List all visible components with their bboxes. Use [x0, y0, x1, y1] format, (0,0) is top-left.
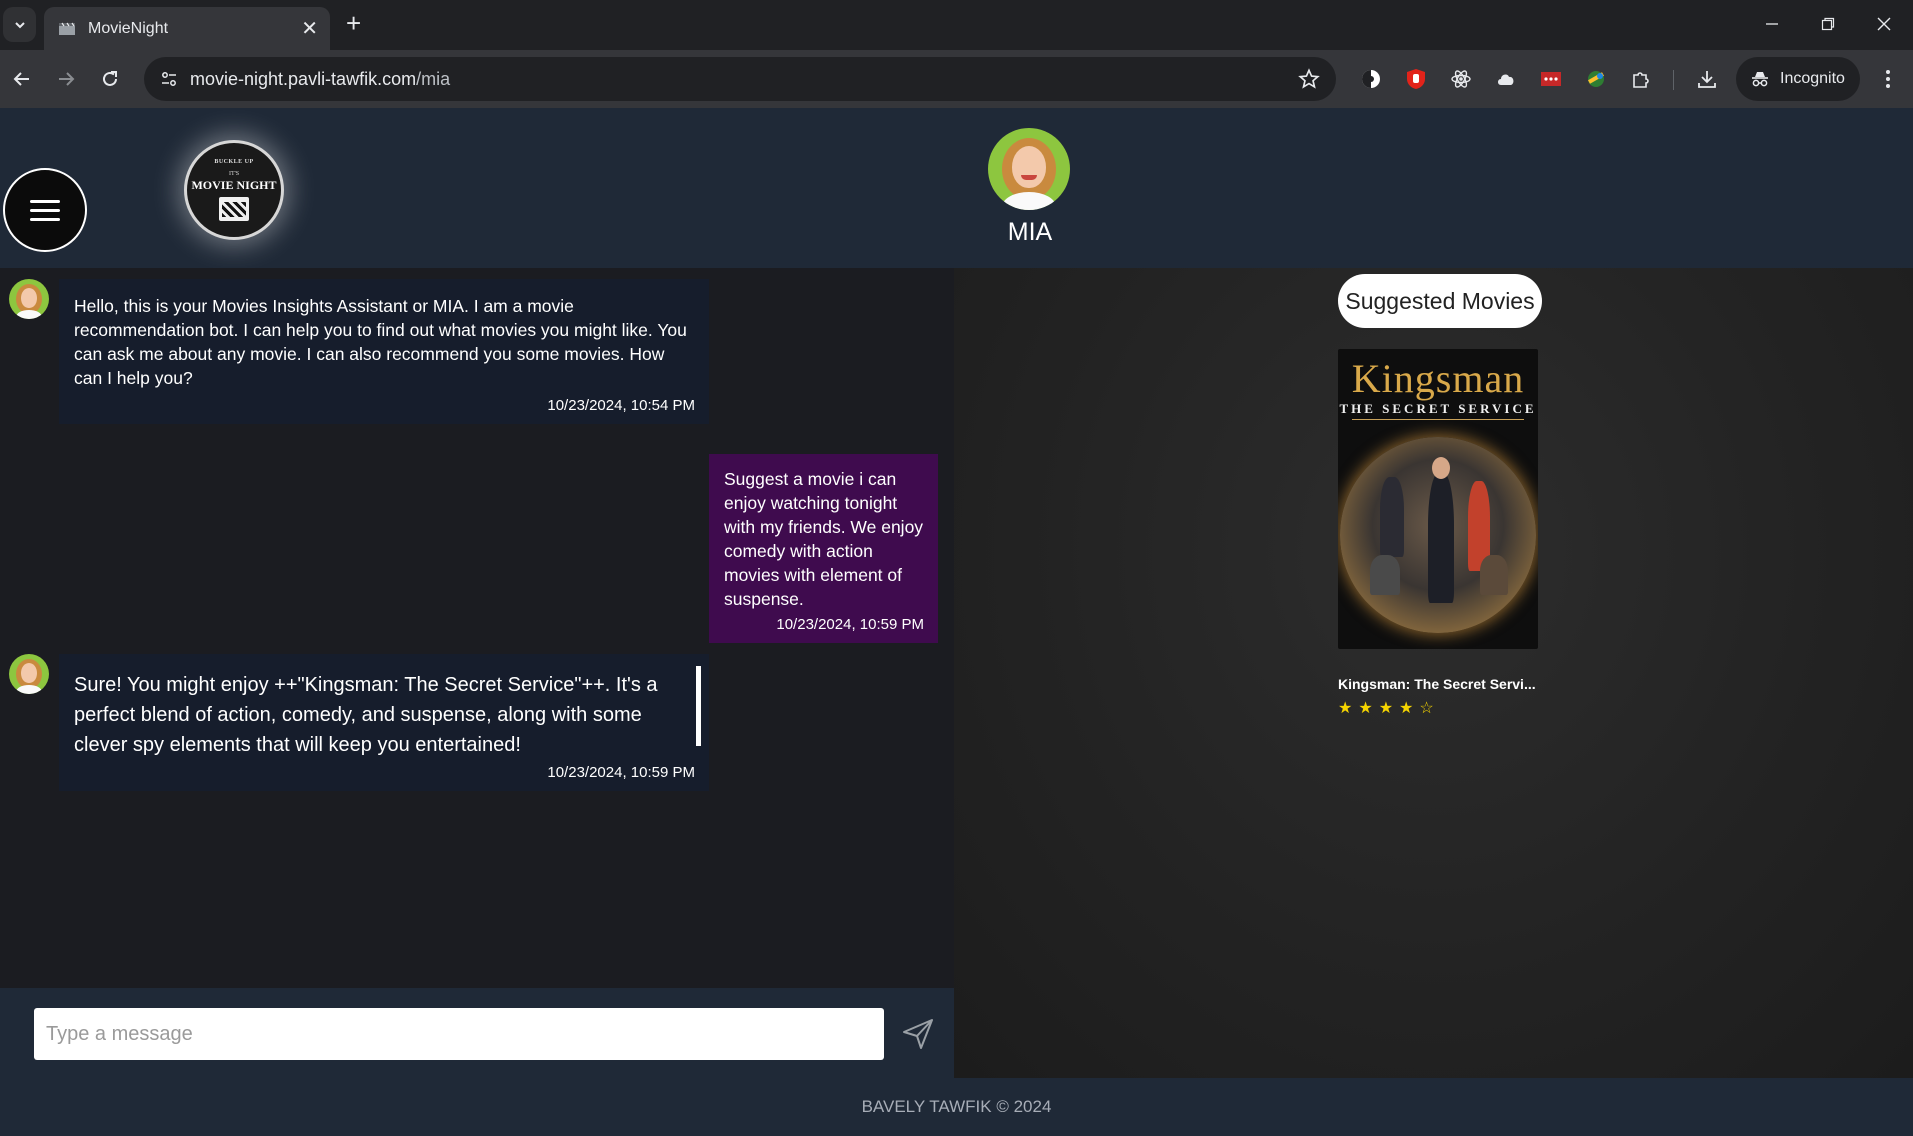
logo-main-text: MOVIE NIGHT — [191, 178, 277, 192]
logo-top-text: BUCKLE UP — [214, 159, 254, 165]
reload-button[interactable] — [94, 63, 126, 95]
url-host: movie-night.pavli-tawfik.com — [190, 68, 417, 89]
incognito-indicator[interactable]: Incognito — [1736, 57, 1860, 101]
incognito-icon — [1752, 72, 1768, 87]
hamburger-line — [30, 208, 60, 212]
download-icon[interactable] — [1693, 65, 1721, 93]
new-tab-button[interactable]: + — [346, 10, 361, 36]
app-header: BUCKLE UP IT'S MOVIE NIGHT MIA — [0, 108, 1913, 268]
hamburger-line — [30, 199, 60, 203]
send-icon — [903, 1019, 933, 1049]
send-button[interactable] — [896, 1012, 940, 1056]
more-vertical-icon — [1886, 70, 1890, 88]
bookmark-star-icon[interactable] — [1298, 68, 1320, 90]
forward-button[interactable] — [50, 63, 82, 95]
bot-message-bubble: Sure! You might enjoy ++"Kingsman: The S… — [59, 654, 709, 791]
browser-menu-button[interactable] — [1876, 63, 1900, 95]
bot-message-avatar — [9, 279, 49, 319]
close-icon — [1877, 17, 1891, 31]
logo-its-text: IT'S — [228, 171, 240, 177]
movie-rating: ★ ★ ★ ★ ☆ — [1338, 701, 1434, 717]
star-filled-icon: ★ — [1378, 700, 1394, 717]
bot-avatar — [988, 128, 1070, 210]
close-window-button[interactable] — [1864, 8, 1904, 40]
arrow-left-icon — [13, 72, 29, 86]
minimize-icon — [1766, 23, 1778, 25]
browser-toolbar: movie-night.pavli-tawfik.com/mia Incogni… — [0, 50, 1913, 108]
clapperboard-icon — [219, 197, 249, 221]
suggested-movies-pane: Suggested Movies Kingsman THE SECRET SER… — [954, 268, 1913, 1078]
puzzle-icon[interactable] — [1627, 65, 1655, 93]
hamburger-menu-button[interactable] — [3, 168, 87, 252]
movie-night-logo[interactable]: BUCKLE UP IT'S MOVIE NIGHT — [184, 140, 284, 240]
star-empty-icon: ☆ — [1419, 700, 1434, 717]
bot-message-avatar — [9, 654, 49, 694]
poster-title: Kingsman — [1351, 356, 1525, 401]
suggested-movies-title: Suggested Movies — [1338, 274, 1542, 328]
poster-divider — [1352, 419, 1524, 420]
browser-tab-bar: MovieNight ✕ + — [0, 0, 1913, 50]
chevron-down-icon — [14, 21, 25, 28]
message-timestamp: 10/23/2024, 10:59 PM — [776, 615, 924, 633]
movie-title[interactable]: Kingsman: The Secret Servi... — [1338, 676, 1548, 692]
clapperboard-icon — [59, 22, 75, 35]
star-filled-icon: ★ — [1399, 700, 1414, 717]
minimize-button[interactable] — [1752, 8, 1792, 40]
poster-subtitle: THE SECRET SERVICE — [1339, 401, 1537, 416]
message-timestamp: 10/23/2024, 10:54 PM — [547, 396, 695, 414]
restore-button[interactable] — [1808, 8, 1848, 40]
adblock-icon[interactable] — [1402, 65, 1430, 93]
poster-artwork — [1340, 437, 1536, 633]
toolbar-divider — [1673, 70, 1674, 90]
message-text: Sure! You might enjoy ++"Kingsman: The S… — [74, 674, 658, 756]
message-input[interactable] — [34, 1008, 884, 1060]
star-filled-icon: ★ — [1338, 700, 1353, 717]
close-tab-icon[interactable]: ✕ — [301, 19, 318, 39]
site-info-icon[interactable] — [154, 64, 184, 94]
message-input-bar — [0, 988, 954, 1078]
restore-icon — [1821, 17, 1835, 31]
movie-poster[interactable]: Kingsman THE SECRET SERVICE — [1338, 349, 1538, 649]
react-devtools-icon[interactable] — [1447, 65, 1475, 93]
chat-pane: Hello, this is your Movies Insights Assi… — [0, 268, 954, 988]
typing-cursor — [696, 666, 701, 746]
back-button[interactable] — [6, 63, 38, 95]
cloud-icon[interactable] — [1492, 65, 1520, 93]
reload-icon — [103, 71, 117, 86]
message-timestamp: 10/23/2024, 10:59 PM — [547, 764, 695, 781]
browser-tab[interactable]: MovieNight ✕ — [44, 7, 330, 50]
footer-copyright: BAVELY TAWFIK © 2024 — [861, 1097, 1052, 1116]
user-message-bubble: Suggest a movie i can enjoy watching ton… — [709, 454, 938, 643]
hamburger-line — [30, 217, 60, 221]
url-path: /mia — [416, 68, 451, 89]
theme-icon[interactable] — [1357, 65, 1385, 93]
message-text: Suggest a movie i can enjoy watching ton… — [724, 469, 924, 609]
message-text: Hello, this is your Movies Insights Assi… — [74, 296, 687, 388]
tab-search-button[interactable] — [3, 7, 36, 42]
tab-title: MovieNight — [88, 19, 169, 37]
arrow-right-icon — [59, 72, 75, 86]
dots-extension-icon[interactable] — [1537, 65, 1565, 93]
url-text: movie-night.pavli-tawfik.com/mia — [190, 69, 450, 90]
incognito-label: Incognito — [1780, 70, 1845, 87]
bot-name: MIA — [1007, 218, 1053, 246]
footer: BAVELY TAWFIK © 2024 — [0, 1078, 1913, 1136]
address-bar[interactable]: movie-night.pavli-tawfik.com/mia — [144, 57, 1336, 101]
bot-message-bubble: Hello, this is your Movies Insights Assi… — [59, 279, 709, 424]
star-filled-icon: ★ — [1358, 700, 1373, 717]
color-picker-icon[interactable] — [1582, 65, 1610, 93]
